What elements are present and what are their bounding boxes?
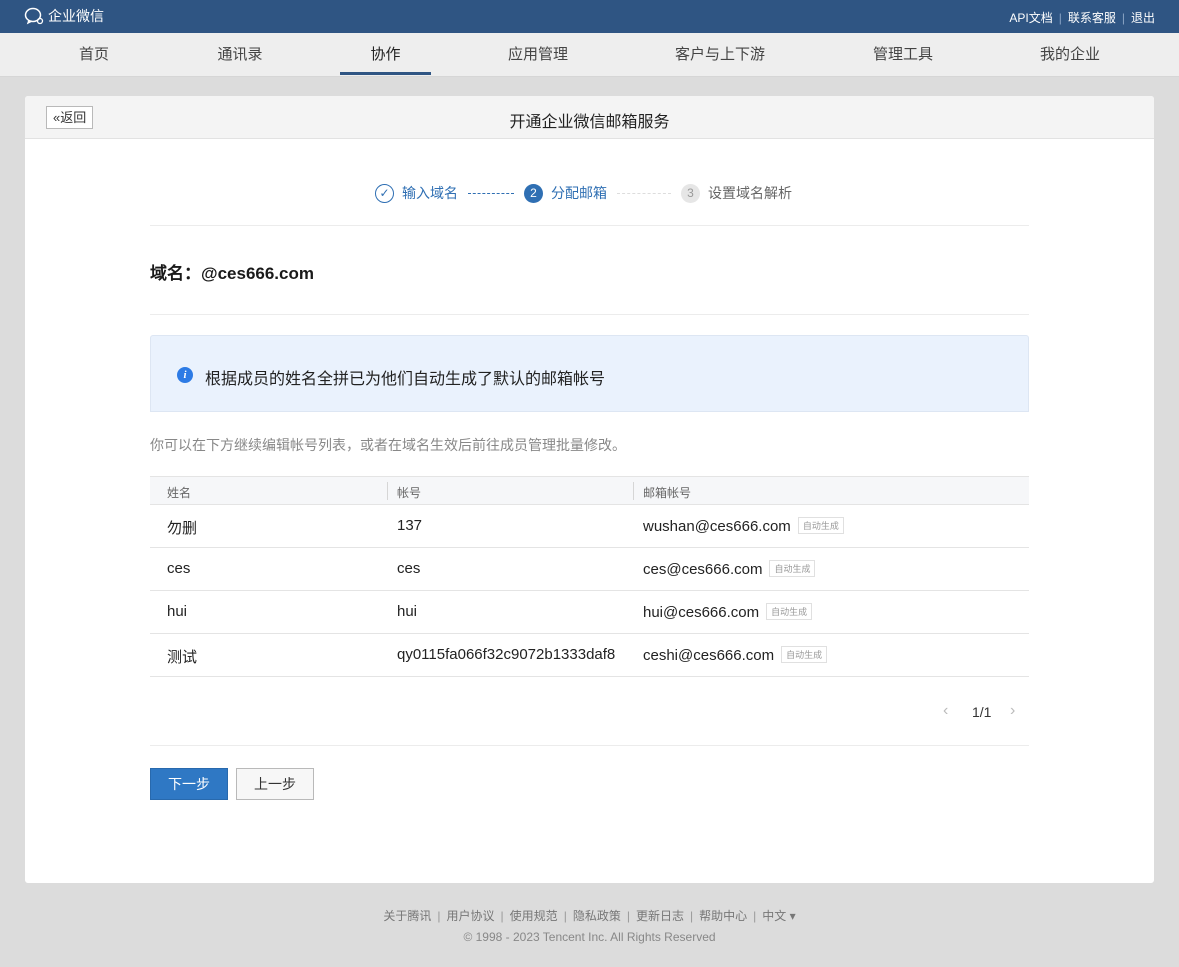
footer-link-about[interactable]: 关于腾讯 [383, 909, 431, 923]
cell-email: hui@ces666.com 自动生成 [643, 603, 813, 621]
top-bar: 企业微信 API文档 | 联系客服 | 退出 [0, 0, 1179, 33]
table-row[interactable]: 勿删 137 wushan@ces666.com 自动生成 [150, 505, 1029, 548]
email-text: ceshi@ces666.com [643, 647, 775, 664]
page-indicator: 1/1 [972, 704, 992, 720]
language-selector[interactable]: 中文 ▾ [762, 909, 795, 923]
cell-account: 137 [397, 517, 423, 534]
email-text: ces@ces666.com [643, 561, 763, 578]
email-text: hui@ces666.com [643, 604, 760, 621]
main-nav: 首页 通讯录 协作 应用管理 客户与上下游 管理工具 我的企业 [0, 33, 1179, 77]
main-card: «返回 开通企业微信邮箱服务 ✓ 输入域名 2 分配邮箱 3 设置域名解析 域名… [25, 96, 1154, 883]
cell-email: wushan@ces666.com 自动生成 [643, 517, 844, 535]
link-separator: | [500, 909, 504, 923]
table-row[interactable]: ces ces ces@ces666.com 自动生成 [150, 548, 1029, 591]
cell-email: ces@ces666.com 自动生成 [643, 560, 816, 578]
pagination: ‹ 1/1 › [150, 676, 1029, 746]
nav-item-home[interactable]: 首页 [54, 33, 134, 77]
step-connector [617, 192, 671, 194]
step-label: 输入域名 [402, 185, 458, 201]
footer-link-privacy[interactable]: 隐私政策 [573, 909, 621, 923]
table-header: 姓名 帐号 邮箱帐号 [150, 476, 1029, 505]
footer-link-user-agreement[interactable]: 用户协议 [447, 909, 495, 923]
nav-item-customers[interactable]: 客户与上下游 [660, 33, 780, 77]
next-step-button[interactable]: 下一步 [150, 768, 228, 800]
notice-text: 根据成员的姓名全拼已为他们自动生成了默认的邮箱帐号 [205, 371, 606, 388]
nav-item-contacts[interactable]: 通讯录 [200, 33, 280, 77]
contact-support-link[interactable]: 联系客服 [1068, 9, 1116, 26]
footer-links: 关于腾讯 | 用户协议 | 使用规范 | 隐私政策 | 更新日志 | 帮助中心 | 中文 ▾ [0, 907, 1179, 924]
nav-item-collaboration[interactable]: 协作 [340, 33, 431, 77]
card-header: «返回 开通企业微信邮箱服务 [25, 96, 1154, 139]
divider [150, 225, 1029, 226]
nav-item-app-management[interactable]: 应用管理 [493, 33, 583, 77]
nav-item-tools[interactable]: 管理工具 [858, 33, 948, 77]
step-number: 2 [524, 183, 543, 203]
info-icon: i [177, 367, 193, 383]
step-assign-mailbox: 2 分配邮箱 [524, 183, 607, 203]
step-connector [468, 192, 514, 194]
auto-generated-tag: 自动生成 [797, 517, 844, 534]
column-header-name: 姓名 [167, 486, 192, 500]
divider [150, 314, 1029, 315]
cell-name: 勿删 [167, 520, 198, 537]
cell-name: hui [167, 603, 188, 620]
info-notice: i 根据成员的姓名全拼已为他们自动生成了默认的邮箱帐号 [150, 335, 1029, 412]
footer-link-changelog[interactable]: 更新日志 [636, 909, 684, 923]
check-icon: ✓ [375, 183, 394, 203]
link-separator: | [689, 909, 694, 923]
copyright: © 1998 - 2023 Tencent Inc. All Rights Re… [463, 930, 716, 944]
cell-name: ces [167, 560, 191, 577]
chevron-left-icon[interactable]: ‹ [943, 702, 948, 720]
chevron-right-icon[interactable]: › [1010, 702, 1015, 720]
api-docs-link[interactable]: API文档 [1009, 9, 1052, 26]
cell-account: qy0115fa066f32c9072b1333daf8 [397, 646, 616, 663]
link-separator: | [437, 909, 441, 923]
nav-item-my-enterprise[interactable]: 我的企业 [1025, 33, 1115, 77]
auto-generated-tag: 自动生成 [766, 603, 813, 620]
link-separator: | [1058, 10, 1062, 25]
cell-email: ceshi@ces666.com 自动生成 [643, 646, 828, 664]
footer-link-help[interactable]: 帮助中心 [699, 909, 747, 923]
column-header-email: 邮箱帐号 [643, 486, 692, 500]
footer-link-usage-rules[interactable]: 使用规范 [510, 909, 558, 923]
column-header-account: 帐号 [397, 486, 422, 500]
table-row[interactable]: hui hui hui@ces666.com 自动生成 [150, 591, 1029, 634]
auto-generated-tag: 自动生成 [769, 560, 816, 577]
mailbox-table: 姓名 帐号 邮箱帐号 勿删 137 wushan@ces666.com 自动生成 … [150, 476, 1029, 677]
logo[interactable]: 企业微信 [24, 6, 104, 26]
step-label: 设置域名解析 [708, 185, 792, 201]
page-title: 开通企业微信邮箱服务 [509, 114, 670, 131]
step-number: 3 [681, 183, 700, 203]
link-separator: | [753, 909, 757, 923]
top-links: API文档 | 联系客服 | 退出 [1009, 9, 1155, 26]
wecom-logo-icon [24, 7, 44, 25]
link-separator: | [1121, 10, 1125, 25]
column-separator [633, 482, 634, 500]
step-indicator: ✓ 输入域名 2 分配邮箱 3 设置域名解析 [375, 182, 792, 204]
table-row[interactable]: 测试 qy0115fa066f32c9072b1333daf8 ceshi@ce… [150, 634, 1029, 677]
column-separator [387, 482, 388, 500]
previous-step-button[interactable]: 上一步 [236, 768, 314, 800]
logout-link[interactable]: 退出 [1131, 9, 1155, 26]
link-separator: | [563, 909, 567, 923]
edit-hint: 你可以在下方继续编辑帐号列表，或者在域名生效后前往成员管理批量修改。 [150, 437, 626, 453]
step-label: 分配邮箱 [551, 185, 607, 201]
link-separator: | [626, 909, 630, 923]
cell-account: ces [397, 560, 421, 577]
cell-name: 测试 [167, 649, 198, 666]
step-dns-setup: 3 设置域名解析 [681, 183, 792, 203]
auto-generated-tag: 自动生成 [781, 646, 828, 663]
step-input-domain: ✓ 输入域名 [375, 183, 458, 203]
logo-text: 企业微信 [48, 8, 104, 24]
email-text: wushan@ces666.com [643, 518, 791, 535]
cell-account: hui [397, 603, 418, 620]
domain-label: 域名：@ces666.com [150, 264, 314, 283]
